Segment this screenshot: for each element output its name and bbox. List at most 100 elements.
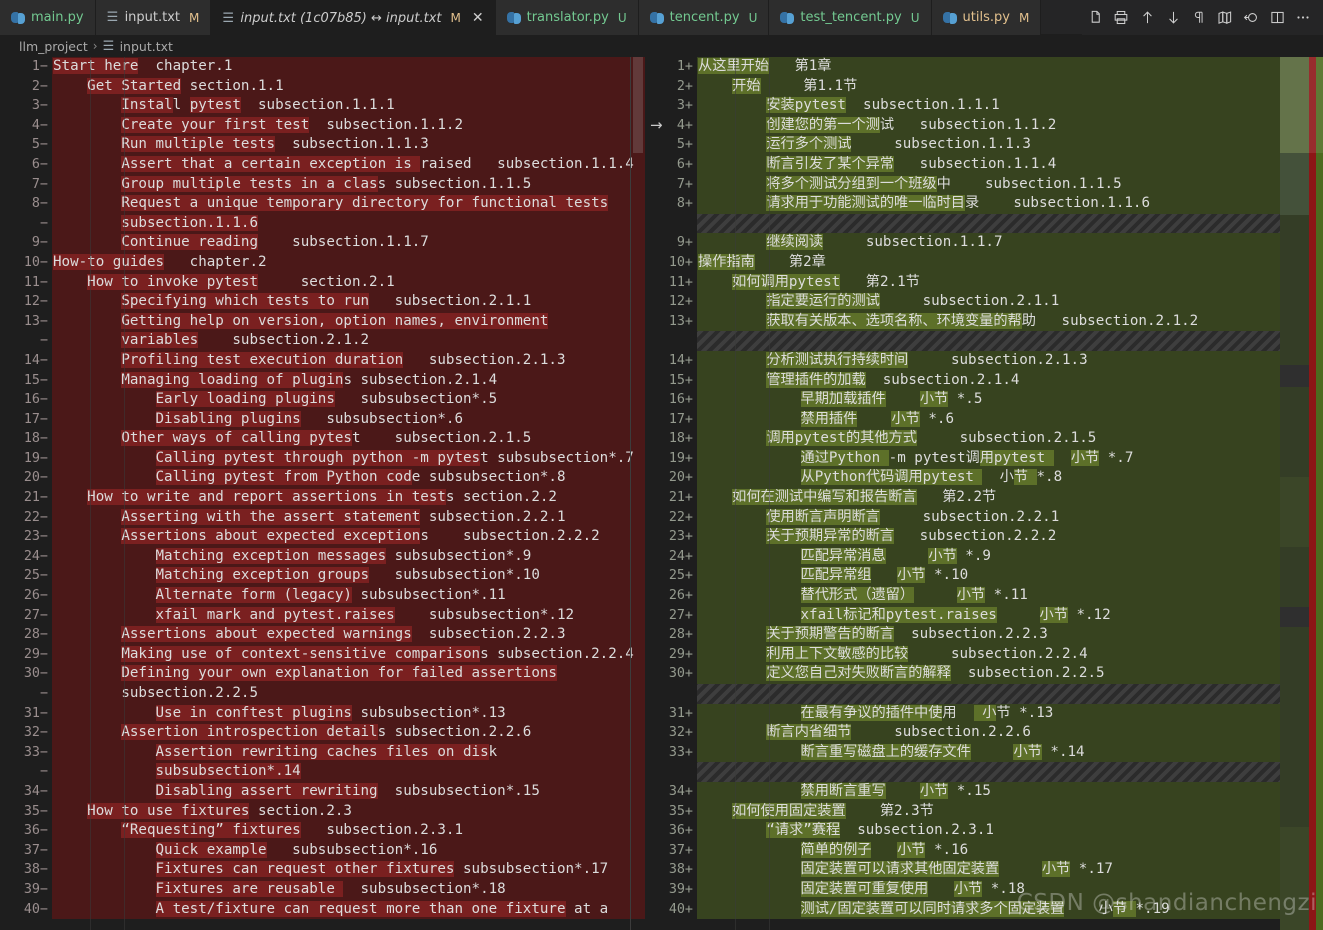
diff-line-content[interactable]: variables subsection.2.1.2 xyxy=(52,331,645,351)
diff-line-content[interactable] xyxy=(697,762,1323,782)
breadcrumb-folder[interactable]: llm_project xyxy=(19,39,88,54)
print-icon[interactable] xyxy=(1108,5,1134,31)
diff-line-content[interactable]: 继续阅读 subsection.1.1.7 xyxy=(697,233,1323,253)
diff-line-content[interactable]: 如何调用pytest 第2.1节 xyxy=(697,272,1323,293)
diff-line-content[interactable]: Disabling assert rewriting subsubsection… xyxy=(52,781,645,802)
compare-map-icon[interactable] xyxy=(1212,5,1238,31)
diff-line-content[interactable]: Group multiple tests in a class subsecti… xyxy=(52,174,645,195)
diff-line-content[interactable]: Assertions about expected warnings subse… xyxy=(52,625,645,645)
diff-line-content[interactable]: 如何使用固定装置 第2.3节 xyxy=(697,801,1323,822)
diff-line-content[interactable]: 利用上下文敏感的比较 subsection.2.2.4 xyxy=(697,644,1323,665)
diff-line-content[interactable]: “请求”赛程 subsection.2.3.1 xyxy=(697,821,1323,841)
diff-line-content[interactable]: 关于预期警告的断言 subsection.2.2.3 xyxy=(697,625,1323,645)
diff-line-content[interactable]: Use in conftest plugins subsubsection*.1… xyxy=(52,703,645,724)
diff-line-content[interactable]: subsection.2.2.5 xyxy=(52,684,645,704)
diff-line-content[interactable]: Fixtures are reusable subsubsection*.18 xyxy=(52,879,645,900)
diff-line-content[interactable]: Asserting with the assert statement subs… xyxy=(52,507,645,528)
diff-line-content[interactable]: subsection.1.1.6 xyxy=(52,213,645,234)
diff-line-content[interactable]: 测试/固定装置可以同时请求多个固定装置 小节 *.19 xyxy=(697,899,1323,920)
diff-line-content[interactable]: How to write and report assertions in te… xyxy=(52,488,645,508)
revert-icon[interactable] xyxy=(1238,5,1264,31)
diff-line-content[interactable]: 请求用于功能测试的唯一临时目录 subsection.1.1.6 xyxy=(697,194,1323,214)
diff-line-content[interactable] xyxy=(697,213,1323,234)
diff-line-content[interactable]: Run multiple tests subsection.1.1.3 xyxy=(52,135,645,155)
diff-line-content[interactable]: Managing loading of plugins subsection.2… xyxy=(52,370,645,391)
diff-line-content[interactable]: Install pytest subsection.1.1.1 xyxy=(52,96,645,116)
diff-line-content[interactable]: 固定装置可以请求其他固定装置 小节 *.17 xyxy=(697,860,1323,880)
minimap-slider[interactable] xyxy=(1280,57,1309,153)
diff-line-content[interactable]: Fixtures can request other fixtures subs… xyxy=(52,860,645,880)
diff-line-content[interactable]: 如何在测试中编写和报告断言 第2.2节 xyxy=(697,488,1323,508)
diff-line-content[interactable]: 匹配异常消息 小节 *.9 xyxy=(697,546,1323,567)
diff-line-content[interactable]: Request a unique temporary directory for… xyxy=(52,194,645,214)
diff-line-content[interactable]: 使用断言声明断言 subsection.2.2.1 xyxy=(697,507,1323,528)
diff-line-content[interactable]: Alternate form (legacy) subsubsection*.1… xyxy=(52,586,645,606)
diff-line-content[interactable]: 简单的例子 小节 *.16 xyxy=(697,840,1323,861)
diff-line-content[interactable]: 分析测试执行持续时间 subsection.2.1.3 xyxy=(697,350,1323,371)
diff-line-content[interactable]: 在最有争议的插件中使用 小节 *.13 xyxy=(697,703,1323,724)
more-actions-icon[interactable] xyxy=(1290,5,1316,31)
diff-line-content[interactable]: Profiling test execution duration subsec… xyxy=(52,350,645,371)
diff-line-content[interactable]: Getting help on version, option names, e… xyxy=(52,311,645,332)
diff-line-content[interactable] xyxy=(697,331,1323,351)
previous-change-icon[interactable] xyxy=(1134,5,1160,31)
editor-tab-input-txt-1c07b85-input-txt[interactable]: ☰ input.txt (1c07b85) ↔ input.txt M ✕ xyxy=(211,0,496,35)
diff-line-content[interactable]: 替代形式（遗留） 小节 *.11 xyxy=(697,586,1323,606)
diff-line-content[interactable]: Assertion rewriting caches files on disk xyxy=(52,742,645,763)
diff-line-content[interactable]: 通过Python -m pytest调用pytest 小节 *.7 xyxy=(697,448,1323,469)
diff-line-content[interactable] xyxy=(697,684,1323,704)
diff-line-content[interactable]: 早期加载插件 小节 *.5 xyxy=(697,390,1323,410)
diff-line-content[interactable]: 管理插件的加载 subsection.2.1.4 xyxy=(697,370,1323,391)
diff-line-content[interactable]: Calling pytest from Python code subsubse… xyxy=(52,468,645,489)
diff-line-content[interactable]: 禁用插件 小节 *.6 xyxy=(697,409,1323,430)
editor-tab-test-tencent-py[interactable]: test_tencent.py U xyxy=(769,0,932,35)
diff-line-content[interactable]: 断言引发了某个异常 subsection.1.1.4 xyxy=(697,154,1323,175)
editor-tab-tencent-py[interactable]: tencent.py U xyxy=(638,0,770,35)
diff-line-content[interactable]: Quick example subsubsection*.16 xyxy=(52,840,645,861)
diff-line-content[interactable]: 指定要运行的测试 subsection.2.1.1 xyxy=(697,292,1323,312)
close-icon[interactable]: ✕ xyxy=(472,11,484,25)
diff-line-content[interactable]: xfail mark and pytest.raises subsubsecti… xyxy=(52,605,645,626)
diff-line-content[interactable]: Assert that a certain exception is raise… xyxy=(52,154,645,175)
diff-line-content[interactable]: Assertion introspection details subsecti… xyxy=(52,723,645,743)
original-scrollbar-thumb[interactable] xyxy=(633,57,643,153)
diff-line-content[interactable]: 运行多个测试 subsection.1.1.3 xyxy=(697,135,1323,155)
diff-line-content[interactable]: 调用pytest的其他方式 subsection.2.1.5 xyxy=(697,429,1323,449)
diff-line-content[interactable]: 禁用断言重写 小节 *.15 xyxy=(697,781,1323,802)
diff-line-content[interactable]: Get Started section.1.1 xyxy=(52,76,645,97)
diff-line-content[interactable]: 获取有关版本、选项名称、环境变量的帮助 subsection.2.1.2 xyxy=(697,311,1323,332)
diff-line-content[interactable]: Making use of context-sensitive comparis… xyxy=(52,644,645,665)
diff-line-content[interactable]: A test/fixture can request more than one… xyxy=(52,899,645,920)
diff-original-pane[interactable]: 1− Start here chapter.1 2− Get Started sec… xyxy=(0,57,645,930)
diff-line-content[interactable]: Specifying which tests to run subsection… xyxy=(52,292,645,312)
diff-line-content[interactable]: 创建您的第一个测试 subsection.1.1.2 xyxy=(697,115,1323,136)
diff-line-content[interactable]: How to use fixtures section.2.3 xyxy=(52,801,645,822)
editor-tab-input-txt[interactable]: ☰ input.txt M xyxy=(95,0,212,35)
diff-line-content[interactable]: 固定装置可重复使用 小节 *.18 xyxy=(697,879,1323,900)
diff-line-content[interactable]: Defining your own explanation for failed… xyxy=(52,664,645,684)
editor-tab-translator-py[interactable]: translator.py U xyxy=(495,0,639,35)
diff-line-content[interactable]: How-to guides chapter.2 xyxy=(52,252,645,273)
diff-line-content[interactable]: Assertions about expected exceptions sub… xyxy=(52,527,645,547)
diff-line-content[interactable]: “Requesting” fixtures subsection.2.3.1 xyxy=(52,821,645,841)
diff-line-content[interactable]: subsubsection*.14 xyxy=(52,762,645,782)
diff-line-content[interactable]: 匹配异常组 小节 *.10 xyxy=(697,566,1323,587)
diff-line-content[interactable]: Continue reading subsection.1.1.7 xyxy=(52,233,645,253)
diff-line-content[interactable]: 从Python代码调用pytest 小节 *.8 xyxy=(697,468,1323,489)
diff-modified-pane[interactable]: 1+ 从这里开始 第1章 2+ 开始 第1.1节 3+ 安装pytest subsec… xyxy=(645,57,1323,930)
diff-line-content[interactable]: Other ways of calling pytest subsection.… xyxy=(52,429,645,449)
editor-tab-main-py[interactable]: main.py xyxy=(0,0,96,35)
overview-ruler[interactable] xyxy=(1309,57,1323,930)
diff-line-content[interactable]: Create your first test subsection.1.1.2 xyxy=(52,115,645,136)
diff-line-content[interactable]: 将多个测试分组到一个班级中 subsection.1.1.5 xyxy=(697,174,1323,195)
next-change-icon[interactable] xyxy=(1160,5,1186,31)
breadcrumb-file[interactable]: input.txt xyxy=(120,39,173,54)
copy-file-icon[interactable] xyxy=(1082,5,1108,31)
diff-line-content[interactable]: Start here chapter.1 xyxy=(52,57,645,77)
diff-line-content[interactable]: Matching exception groups subsubsection*… xyxy=(52,566,645,587)
diff-line-content[interactable]: 从这里开始 第1章 xyxy=(697,57,1323,77)
diff-line-content[interactable]: xfail标记和pytest.raises 小节 *.12 xyxy=(697,605,1323,626)
diff-line-content[interactable]: Matching exception messages subsubsectio… xyxy=(52,546,645,567)
minimap[interactable] xyxy=(1280,57,1309,930)
diff-line-content[interactable]: 断言重写磁盘上的缓存文件 小节 *.14 xyxy=(697,742,1323,763)
